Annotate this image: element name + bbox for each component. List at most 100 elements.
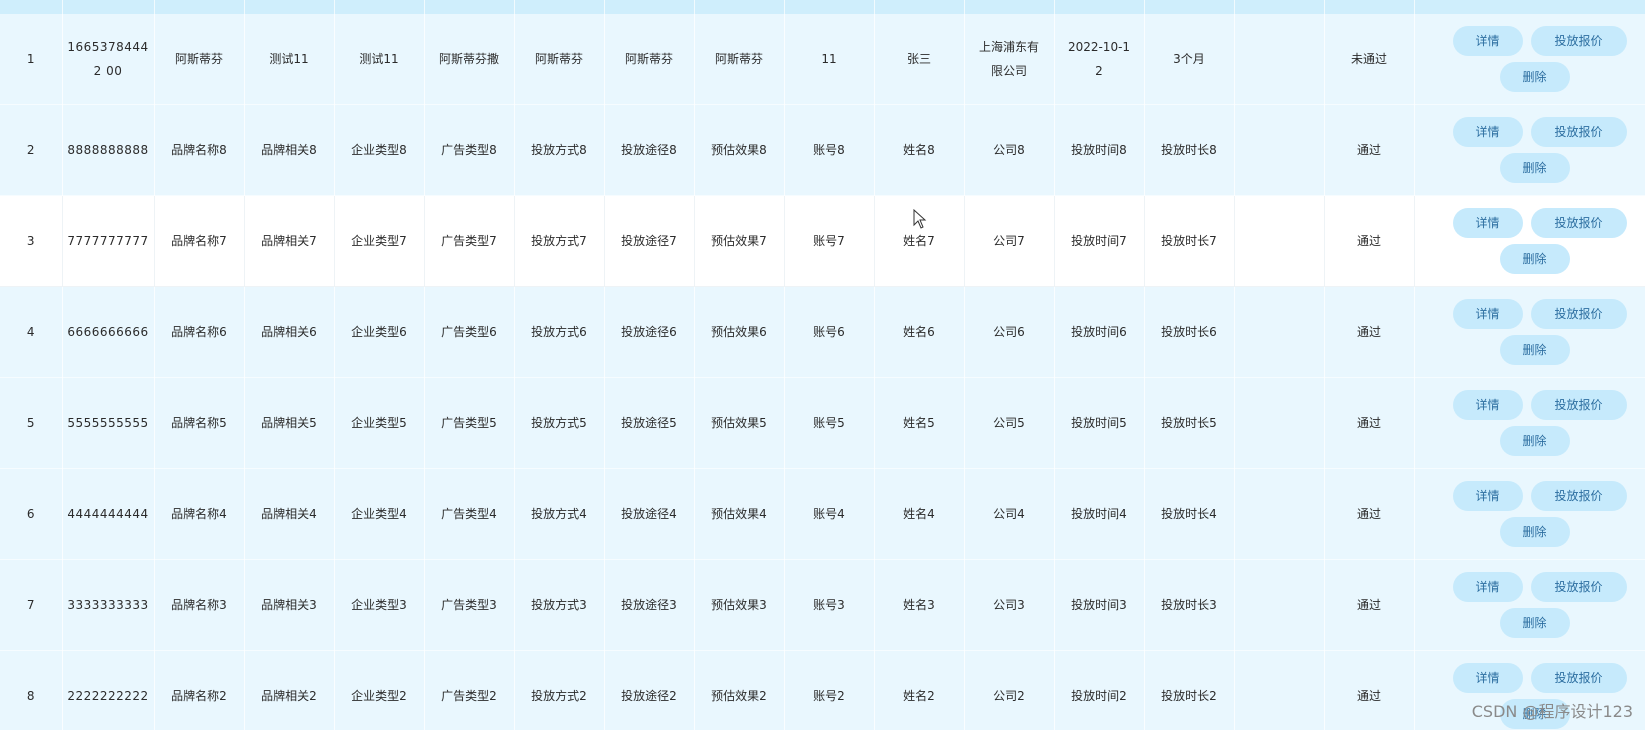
cell-index: 4	[0, 286, 63, 378]
table-header-bar	[0, 0, 1645, 14]
cell-brand-related: 品牌相关5	[244, 377, 335, 469]
cell-extra	[1234, 650, 1325, 730]
cell-name: 姓名2	[874, 650, 965, 730]
detail-button[interactable]: 详情	[1452, 390, 1523, 420]
cell-delivery-time-text: 2022-10-12	[1067, 40, 1131, 78]
cell-id-text: 5555555555	[67, 416, 149, 430]
delete-button[interactable]: 删除	[1499, 608, 1570, 638]
cell-delivery-channel: 投放途径4	[604, 468, 695, 560]
delete-button[interactable]: 删除	[1499, 153, 1570, 183]
cell-id-text: 8888888888	[67, 143, 149, 157]
row-actions: 详情 投放报价删除	[1415, 196, 1645, 286]
cell-id: 8888888888	[62, 104, 155, 196]
cell-brand-name: 品牌名称8	[154, 104, 245, 196]
cell-company-text: 公司3	[993, 598, 1025, 612]
table-row: 7 3333333333 品牌名称3 品牌相关3 企业类型3 广告类型3 投放方式3 投放途径…	[0, 559, 1645, 651]
delivery-quote-button[interactable]: 投放报价	[1530, 208, 1627, 238]
cell-ad-type: 广告类型7	[424, 195, 515, 287]
cell-account: 账号5	[784, 377, 875, 469]
cell-extra	[1234, 104, 1325, 196]
cell-ad-type: 广告类型4	[424, 468, 515, 560]
cell-ad-type: 广告类型6	[424, 286, 515, 378]
detail-button[interactable]: 详情	[1452, 663, 1523, 693]
cell-index: 1	[0, 14, 63, 105]
cell-company: 公司8	[964, 104, 1055, 196]
cell-estimated-effect: 预估效果3	[694, 559, 785, 651]
delete-button[interactable]: 删除	[1499, 244, 1570, 274]
cell-brand-name: 阿斯蒂芬	[154, 14, 245, 105]
cell-name: 姓名5	[874, 377, 965, 469]
cell-id-text: 7777777777	[67, 234, 149, 248]
cell-estimated-effect: 预估效果2	[694, 650, 785, 730]
cell-extra	[1234, 286, 1325, 378]
cell-delivery-method: 阿斯蒂芬	[514, 14, 605, 105]
cell-delivery-time-text: 投放时间7	[1071, 234, 1127, 248]
delete-button[interactable]: 删除	[1499, 517, 1570, 547]
row-actions: 详情 投放报价删除	[1415, 287, 1645, 377]
cell-account: 账号2	[784, 650, 875, 730]
cell-id: 4444444444	[62, 468, 155, 560]
delivery-quote-button[interactable]: 投放报价	[1530, 390, 1627, 420]
cell-extra	[1234, 14, 1325, 105]
row-actions: 详情 投放报价删除	[1415, 378, 1645, 468]
cell-delivery-duration: 投放时长7	[1144, 195, 1235, 287]
cell-delivery-channel: 阿斯蒂芬	[604, 14, 695, 105]
cell-company-type: 企业类型4	[334, 468, 425, 560]
cell-delivery-method: 投放方式6	[514, 286, 605, 378]
detail-button[interactable]: 详情	[1452, 299, 1523, 329]
cell-delivery-channel: 投放途径2	[604, 650, 695, 730]
cell-company-type: 企业类型3	[334, 559, 425, 651]
delete-button[interactable]: 删除	[1499, 335, 1570, 365]
delivery-quote-button[interactable]: 投放报价	[1530, 299, 1627, 329]
cell-company-type: 测试11	[334, 14, 425, 105]
cell-delivery-time: 投放时间5	[1054, 377, 1145, 469]
cell-status: 通过	[1324, 559, 1415, 651]
cell-estimated-effect: 预估效果4	[694, 468, 785, 560]
delivery-quote-button[interactable]: 投放报价	[1530, 117, 1627, 147]
cell-delivery-time-text: 投放时间2	[1071, 689, 1127, 703]
cell-company: 公司6	[964, 286, 1055, 378]
delivery-quote-button[interactable]: 投放报价	[1530, 572, 1627, 602]
cell-brand-name: 品牌名称7	[154, 195, 245, 287]
cell-delivery-time: 投放时间4	[1054, 468, 1145, 560]
cell-actions: 详情 投放报价删除	[1414, 286, 1645, 378]
cell-delivery-channel: 投放途径5	[604, 377, 695, 469]
cell-actions: 详情 投放报价删除	[1414, 195, 1645, 287]
cell-id-text: 2222222222	[67, 689, 149, 703]
cell-status: 通过	[1324, 195, 1415, 287]
cell-delivery-time: 投放时间7	[1054, 195, 1145, 287]
detail-button[interactable]: 详情	[1452, 572, 1523, 602]
detail-button[interactable]: 详情	[1452, 26, 1523, 56]
cell-estimated-effect: 预估效果6	[694, 286, 785, 378]
cell-id-text: 6666666666	[67, 325, 149, 339]
table-row: 1 16653784442 00 阿斯蒂芬 测试11 测试11 阿斯蒂芬撒 阿斯蒂芬 阿斯蒂芬…	[0, 14, 1645, 105]
detail-button[interactable]: 详情	[1452, 208, 1523, 238]
cell-delivery-duration: 投放时长4	[1144, 468, 1235, 560]
table-body: 1 16653784442 00 阿斯蒂芬 测试11 测试11 阿斯蒂芬撒 阿斯蒂芬 阿斯蒂芬…	[0, 14, 1645, 730]
cell-extra	[1234, 559, 1325, 651]
cell-extra	[1234, 468, 1325, 560]
row-actions: 详情 投放报价删除	[1415, 105, 1645, 195]
detail-button[interactable]: 详情	[1452, 117, 1523, 147]
cell-brand-related: 测试11	[244, 14, 335, 105]
cell-index: 5	[0, 377, 63, 469]
delivery-quote-button[interactable]: 投放报价	[1530, 26, 1627, 56]
cell-actions: 详情 投放报价删除	[1414, 14, 1645, 105]
cell-delivery-channel: 投放途径7	[604, 195, 695, 287]
delivery-quote-button[interactable]: 投放报价	[1530, 481, 1627, 511]
cell-delivery-method: 投放方式3	[514, 559, 605, 651]
delivery-quote-button[interactable]: 投放报价	[1530, 663, 1627, 693]
delete-button[interactable]: 删除	[1499, 426, 1570, 456]
cell-brand-related: 品牌相关8	[244, 104, 335, 196]
cell-delivery-duration: 投放时长8	[1144, 104, 1235, 196]
delete-button[interactable]: 删除	[1499, 62, 1570, 92]
cell-delivery-method: 投放方式7	[514, 195, 605, 287]
detail-button[interactable]: 详情	[1452, 481, 1523, 511]
cell-estimated-effect: 预估效果8	[694, 104, 785, 196]
cell-delivery-method: 投放方式4	[514, 468, 605, 560]
cell-id: 7777777777	[62, 195, 155, 287]
cell-account: 账号7	[784, 195, 875, 287]
cell-brand-related: 品牌相关6	[244, 286, 335, 378]
cell-account: 账号4	[784, 468, 875, 560]
mouse-cursor-icon	[913, 209, 927, 229]
